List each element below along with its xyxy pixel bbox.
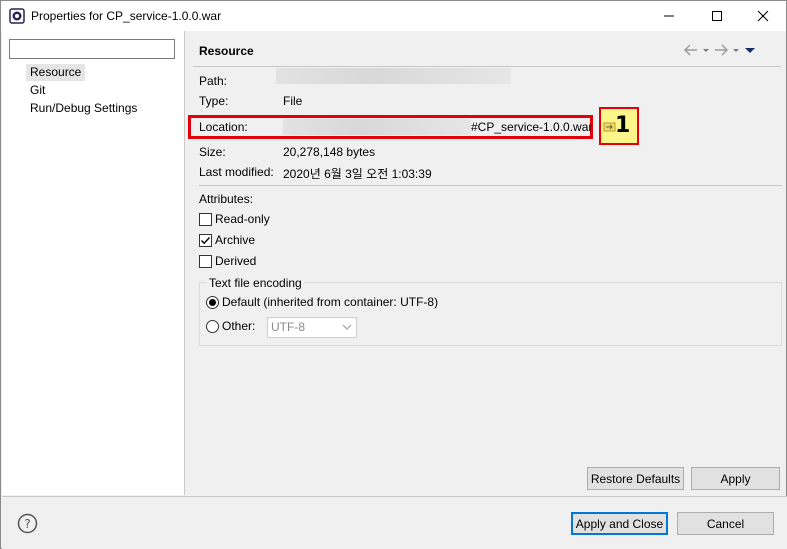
checkbox-box[interactable] [199,254,212,268]
type-label: Type: [199,94,229,108]
dialog-button-bar: ? Apply and Close Cancel [2,496,787,549]
window-title: Properties for CP_service-1.0.0.war [31,9,222,23]
attributes-separator [199,185,782,186]
checkmark-icon [201,236,211,244]
forward-dropdown-icon[interactable] [731,43,741,57]
radio-button[interactable] [206,319,219,333]
back-dropdown-icon[interactable] [701,43,711,57]
close-icon [757,10,769,22]
page-navigation [683,41,757,59]
apply-and-close-button[interactable]: Apply and Close [571,512,668,535]
header-separator [193,66,781,67]
minimize-button[interactable] [646,1,692,31]
help-icon[interactable]: ? [17,513,38,534]
cancel-button[interactable]: Cancel [677,512,774,535]
maximize-icon [712,11,722,21]
tree-item-resource[interactable]: Resource [26,64,86,81]
chevron-down-icon [342,324,352,330]
size-value: 20,278,148 bytes [283,145,376,159]
filter-input[interactable] [9,39,175,59]
other-encoding-radio[interactable]: Other: [206,318,255,334]
read-only-checkbox[interactable]: Read-only [199,211,270,227]
eclipse-app-icon [9,8,25,24]
derived-checkbox[interactable]: Derived [199,253,256,269]
tree-item-run-debug-settings[interactable]: Run/Debug Settings [26,100,141,117]
radio-button[interactable] [206,295,219,309]
restore-defaults-button[interactable]: Restore Defaults [587,467,684,490]
close-button[interactable] [740,1,786,31]
other-encoding-label: Other: [222,319,256,333]
location-label: Location: [199,120,248,134]
encoding-combo[interactable]: UTF-8 [267,317,357,338]
title-bar: Properties for CP_service-1.0.0.war [1,1,786,31]
back-arrow-icon[interactable] [683,43,699,57]
archive-label: Archive [215,233,256,247]
annotation-badge: 1 [599,107,639,145]
resource-page: Resource Path: Type: File Location: #CP_… [186,31,786,495]
path-value-redacted [276,68,511,84]
type-value: File [283,94,303,108]
read-only-label: Read-only [215,212,270,226]
page-title: Resource [199,44,254,58]
apply-button[interactable]: Apply [691,467,780,490]
forward-arrow-icon[interactable] [713,43,729,57]
encoding-combo-value: UTF-8 [271,320,305,334]
default-encoding-label: Default (inherited from container: UTF-8… [222,295,439,309]
view-menu-icon[interactable] [743,43,757,57]
radio-selected-dot [209,298,216,306]
maximize-button[interactable] [694,1,740,31]
minimize-icon [664,15,674,17]
location-value: #CP_service-1.0.0.war [471,120,593,134]
location-value-redacted [283,119,471,135]
path-label: Path: [199,74,228,88]
preference-tree-pane: Resource Git Run/Debug Settings [2,31,185,495]
checkbox-box[interactable] [199,233,212,247]
properties-dialog: Properties for CP_service-1.0.0.war Reso… [0,0,787,549]
size-label: Size: [199,145,226,159]
tree-item-git[interactable]: Git [26,82,49,99]
text-encoding-legend: Text file encoding [207,276,304,290]
derived-label: Derived [215,254,257,268]
checkbox-box[interactable] [199,212,212,226]
svg-text:?: ? [24,517,30,531]
last-modified-label: Last modified: [199,165,274,179]
archive-checkbox[interactable]: Archive [199,232,255,248]
default-encoding-radio[interactable]: Default (inherited from container: UTF-8… [206,294,438,310]
annotation-number: 1 [615,113,631,138]
last-modified-value: 2020년 6월 3일 오전 1:03:39 [283,167,432,181]
attributes-label: Attributes: [199,192,254,206]
